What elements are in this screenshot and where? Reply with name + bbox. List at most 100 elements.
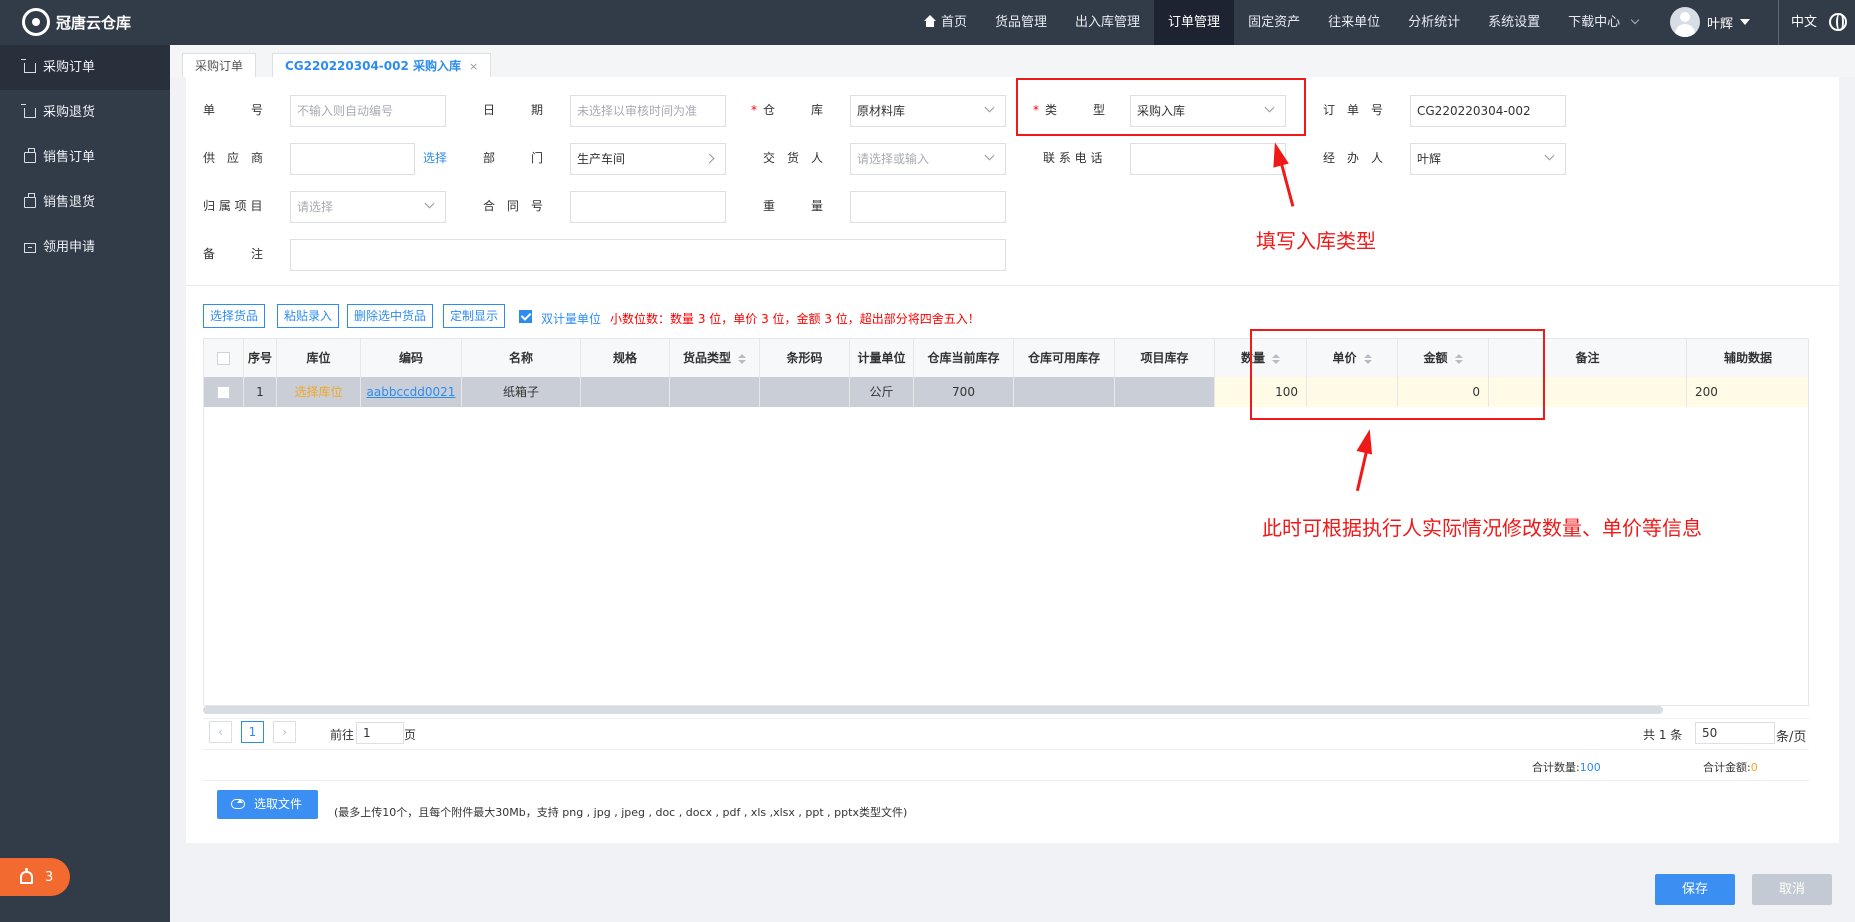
goto-label: 前往 (330, 728, 355, 742)
cancel-button[interactable]: 取消 (1752, 874, 1832, 905)
prev-page-button[interactable]: ‹ (209, 721, 232, 743)
select-goods-button[interactable]: 选择货品 (203, 304, 266, 328)
nav-download-center[interactable]: 下载中心 (1554, 0, 1652, 45)
page-number-current[interactable]: 1 (241, 721, 264, 743)
order-no-label: 单 号 (203, 103, 264, 117)
notification-badge[interactable]: 3 (0, 858, 70, 896)
select-supplier-link[interactable]: 选择 (423, 149, 447, 166)
avatar (1670, 7, 1700, 37)
pagination: ‹ 1 › 前往 1 页 共 1 条 50 条/页 (203, 718, 1809, 750)
supplier-label: 供 应 商 (203, 151, 264, 165)
handler-select[interactable]: 叶辉 (1410, 143, 1566, 175)
nav-goods[interactable]: 货品管理 (981, 0, 1061, 45)
order-no-input[interactable]: 不输入则自动编号 (290, 95, 446, 127)
project-select[interactable]: 请选择 (290, 191, 446, 223)
sidebar-item-sales-return[interactable]: 销售退货 (0, 180, 170, 225)
page-size-select[interactable]: 50 (1695, 722, 1775, 744)
cell-barcode (760, 377, 850, 407)
header-unit: 计量单位 (850, 339, 914, 377)
sidebar-item-requisition[interactable]: 领用申请 (0, 225, 170, 270)
warehouse-select[interactable]: 原材料库 (850, 95, 1006, 127)
cell-unit: 公斤 (850, 377, 914, 407)
header-seq: 序号 (244, 339, 277, 377)
header-location: 库位 (277, 339, 361, 377)
total-count: 共 1 条 (1643, 728, 1683, 742)
select-all-header[interactable] (204, 339, 244, 377)
close-icon[interactable]: × (469, 60, 478, 73)
upload-file-button[interactable]: 选取文件 (217, 790, 318, 819)
save-button[interactable]: 保存 (1655, 874, 1735, 905)
user-menu[interactable]: 叶辉 (1670, 7, 1751, 37)
date-input[interactable]: 未选择以审核时间为准 (570, 95, 726, 127)
select-all-checkbox[interactable] (217, 352, 230, 365)
cell-code-link[interactable]: aabbccdd0021 (361, 377, 462, 407)
dual-unit-checkbox[interactable] (519, 310, 532, 323)
bag-icon (24, 148, 36, 163)
header-code: 编码 (361, 339, 462, 377)
weight-input[interactable] (850, 191, 1006, 223)
editable-cells-highlight-box (1250, 329, 1545, 420)
app-title: 冠唐云仓库 (56, 13, 132, 32)
nav-contacts[interactable]: 往来单位 (1314, 0, 1394, 45)
language-switch[interactable]: 中文 (1778, 0, 1817, 45)
decimal-note: 小数位数：数量 3 位，单价 3 位，金额 3 位，超出部分将四舍五入！ (610, 312, 980, 326)
nav-home[interactable]: 首页 (910, 0, 981, 45)
home-icon (924, 15, 936, 27)
next-page-button[interactable]: › (273, 721, 296, 743)
chevron-down-icon (1631, 15, 1640, 25)
purchase-order-input[interactable]: CG220220304-002 (1410, 95, 1566, 127)
delete-selected-button[interactable]: 删除选中货品 (347, 304, 434, 328)
goto-page-input[interactable]: 1 (356, 722, 404, 744)
nav-settings[interactable]: 系统设置 (1474, 0, 1554, 45)
cell-name: 纸箱子 (462, 377, 581, 407)
nav-orders[interactable]: 订单管理 (1154, 0, 1235, 45)
app-logo[interactable]: 冠唐云仓库 (22, 8, 131, 36)
chevron-down-icon (424, 198, 435, 209)
contract-input[interactable] (570, 191, 726, 223)
chevron-down-icon (1544, 150, 1555, 161)
sidebar-item-purchase-order[interactable]: 采购订单 (0, 45, 170, 90)
custom-display-button[interactable]: 定制显示 (443, 304, 506, 328)
cell-spec (581, 377, 670, 407)
nav-analytics[interactable]: 分析统计 (1394, 0, 1474, 45)
tab-stock-in[interactable]: CG220220304-002 采购入库 × (272, 53, 492, 77)
header-current-stock: 仓库当前库存 (914, 339, 1014, 377)
header-project-stock: 项目库存 (1115, 339, 1215, 377)
paste-entry-button[interactable]: 粘贴录入 (277, 304, 340, 328)
purchase-order-label: 订 单 号 (1323, 103, 1384, 117)
cell-goods-type (670, 377, 760, 407)
header-available-stock: 仓库可用库存 (1014, 339, 1115, 377)
cell-location-link[interactable]: 选择库位 (277, 377, 361, 407)
bag-icon (24, 193, 36, 208)
sidebar-item-sales-order[interactable]: 销售订单 (0, 135, 170, 180)
deliverer-select[interactable]: 请选择或输入 (850, 143, 1006, 175)
sort-icon[interactable] (738, 353, 746, 364)
header-spec: 规格 (581, 339, 670, 377)
department-label: 部 门 (483, 151, 544, 165)
supplier-input[interactable] (290, 143, 415, 175)
row-select-cell[interactable] (204, 377, 244, 407)
nav-fixed-assets[interactable]: 固定资产 (1234, 0, 1314, 45)
aux-data-input[interactable]: 200 (1687, 377, 1808, 407)
cart-icon (21, 103, 36, 118)
header-goods-type[interactable]: 货品类型 (670, 339, 760, 377)
alarm-icon (20, 867, 33, 884)
header-aux-data: 辅助数据 (1687, 339, 1808, 377)
contact-phone-input[interactable] (1130, 143, 1286, 175)
department-select[interactable]: 生产车间 (570, 143, 726, 175)
project-label: 归 属 项 目 (203, 199, 263, 213)
warehouse-label: * 仓 库 (751, 103, 824, 117)
page-tabs: 采购订单 CG220220304-002 采购入库 × (170, 45, 1855, 77)
globe-icon[interactable] (1829, 13, 1847, 31)
main-nav: 首页 货品管理 出入库管理 订单管理 固定资产 往来单位 分析统计 系统设置 下… (910, 0, 1652, 45)
sidebar-item-purchase-return[interactable]: 采购退货 (0, 90, 170, 135)
section-divider (186, 285, 1839, 286)
chevron-down-icon (984, 102, 995, 113)
tab-purchase-order[interactable]: 采购订单 (182, 53, 257, 77)
nav-stock-in-out[interactable]: 出入库管理 (1061, 0, 1154, 45)
row-checkbox[interactable] (217, 386, 230, 399)
horizontal-scrollbar[interactable] (203, 706, 1663, 714)
upload-hint: (最多上传10个，且每个附件最大30Mb，支持 png , jpg , jpeg… (334, 806, 908, 819)
weight-label: 重 量 (763, 199, 824, 213)
remark-input[interactable] (290, 239, 1006, 271)
